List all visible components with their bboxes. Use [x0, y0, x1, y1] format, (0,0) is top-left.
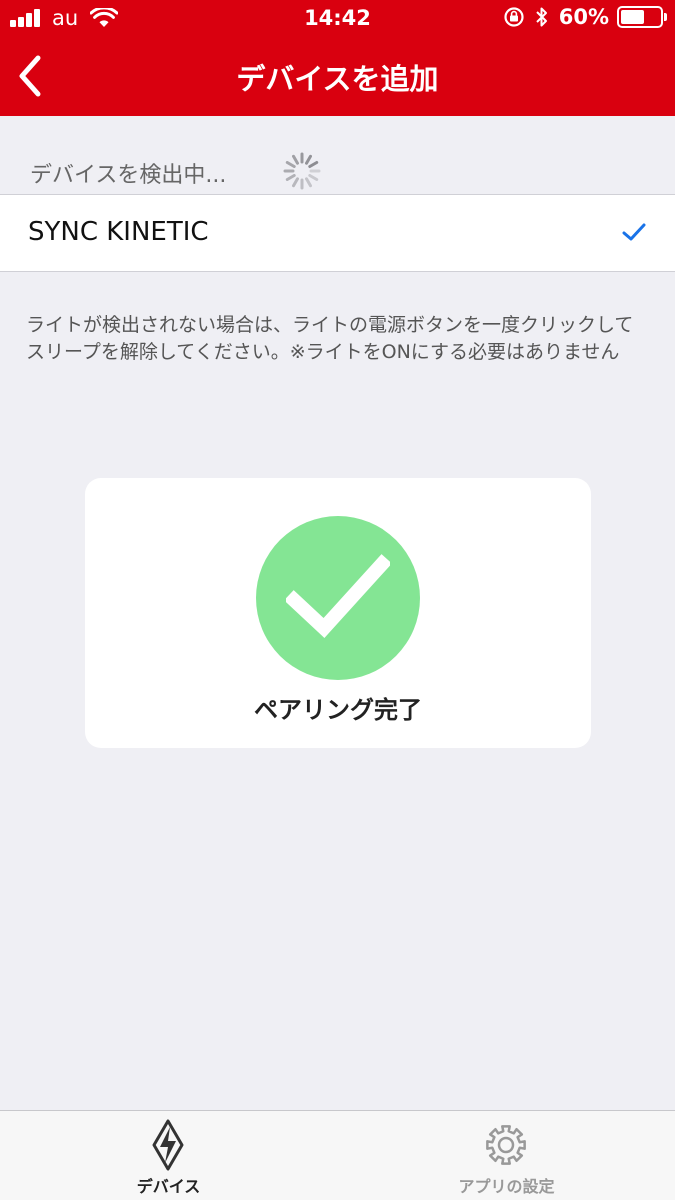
bluetooth-icon: [536, 7, 547, 27]
gear-icon: [486, 1125, 526, 1165]
status-bar-right: 60%: [503, 5, 667, 29]
navigation-bar: デバイスを追加: [0, 38, 675, 116]
loading-spinner-icon: [283, 152, 321, 190]
tab-devices[interactable]: デバイス: [0, 1111, 337, 1200]
device-list-item[interactable]: SYNC KINETIC: [0, 194, 675, 272]
success-check-icon: [286, 554, 390, 638]
scan-status-label: デバイスを検出中...: [30, 163, 227, 188]
checkmark-icon: [622, 223, 646, 241]
tab-devices-label: デバイス: [136, 1177, 201, 1196]
pairing-result-card: ペアリング完了: [85, 478, 591, 748]
tab-bar: デバイス アプリの設定: [0, 1110, 675, 1200]
battery-fill: [621, 10, 644, 24]
page-title: デバイスを追加: [236, 62, 439, 96]
tab-app-settings-label: アプリの設定: [458, 1177, 555, 1196]
battery-percent: 60%: [558, 5, 609, 29]
pairing-complete-label: ペアリング完了: [254, 696, 422, 724]
battery-icon: [617, 6, 667, 28]
tab-app-settings[interactable]: アプリの設定: [338, 1111, 675, 1200]
app-header: au 14:42 60% デバイスを追加: [0, 0, 675, 116]
device-logo-icon: [152, 1119, 184, 1171]
status-bar: au 14:42 60%: [0, 0, 675, 38]
detection-hint-text: ライトが検出されない場合は、ライトの電源ボタンを一度クリックしてスリープを解除し…: [26, 314, 634, 363]
device-name: SYNC KINETIC: [28, 217, 209, 247]
orientation-lock-icon: [504, 7, 524, 27]
success-badge: [256, 516, 420, 680]
